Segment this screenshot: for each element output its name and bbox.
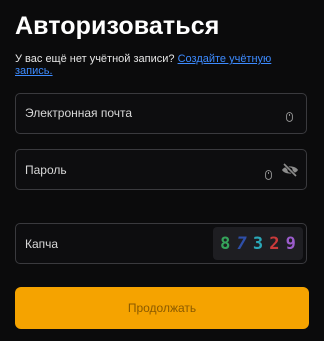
signup-prompt-text: У вас ещё нет учётной записи? (15, 53, 175, 65)
captcha-field[interactable]: Капча 8 7 3 2 9 (15, 223, 307, 264)
password-field[interactable]: Пароль (15, 149, 307, 190)
email-placeholder: Электронная почта (25, 106, 133, 120)
password-placeholder: Пароль (25, 163, 67, 177)
signup-prompt: У вас ещё нет учётной записи? Создайте у… (15, 53, 305, 77)
captcha-digit: 8 (220, 233, 231, 254)
captcha-digit: 3 (252, 233, 264, 254)
captcha-digit: 9 (285, 233, 296, 254)
email-field[interactable]: Электронная почта (15, 93, 307, 134)
captcha-image: 8 7 3 2 9 (213, 227, 303, 260)
continue-button[interactable]: Продолжать (15, 287, 309, 329)
captcha-digit: 7 (236, 233, 247, 254)
mouse-icon (265, 170, 272, 180)
mouse-icon (286, 112, 293, 122)
eye-slash-icon[interactable] (281, 163, 299, 177)
captcha-placeholder: Капча (25, 237, 59, 251)
captcha-digit: 2 (269, 233, 280, 254)
page-title: Авторизоваться (15, 12, 220, 40)
